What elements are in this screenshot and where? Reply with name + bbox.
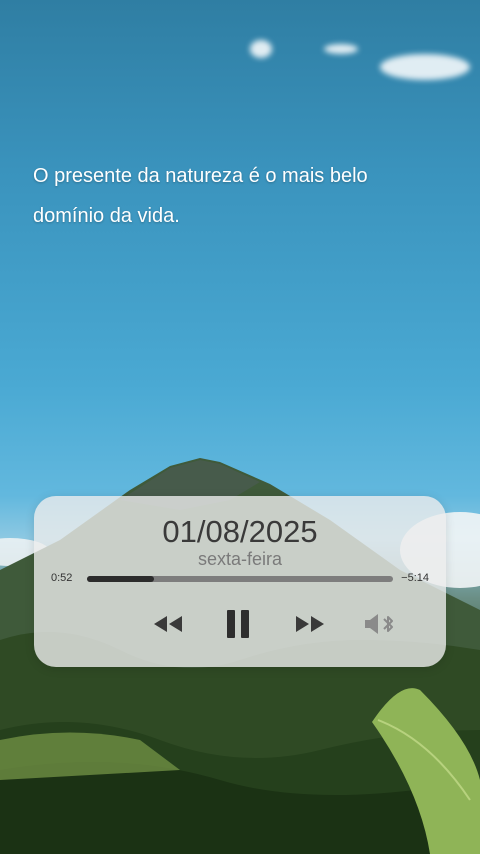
cloud: [250, 40, 272, 58]
pause-icon: [227, 610, 249, 638]
rewind-button[interactable]: [148, 606, 188, 642]
progress-bar[interactable]: [87, 576, 393, 582]
nature-wallpaper: [0, 0, 480, 854]
weekday-label: sexta-feira: [197, 549, 283, 569]
inspirational-quote: O presente da natureza é o mais belo dom…: [33, 156, 433, 236]
speaker-bluetooth-icon: [365, 614, 393, 634]
cloud: [324, 44, 358, 54]
audio-output-button[interactable]: [360, 606, 400, 642]
elapsed-time: 0:52: [51, 572, 73, 584]
media-player-widget: 01/08/2025 sexta-feira 0:52 −5:14: [34, 496, 446, 667]
quote-line-1: O presente da natureza é o mais belo: [33, 165, 368, 187]
fast-forward-icon: [296, 616, 324, 632]
progress-fill: [87, 576, 155, 582]
date-label: 01/08/2025: [162, 514, 318, 549]
rewind-icon: [154, 616, 182, 632]
quote-line-2: domínio da vida.: [33, 205, 180, 227]
fast-forward-button[interactable]: [290, 606, 330, 642]
cloud: [380, 54, 470, 80]
remaining-time: −5:14: [401, 572, 429, 584]
pause-button[interactable]: [220, 606, 256, 642]
